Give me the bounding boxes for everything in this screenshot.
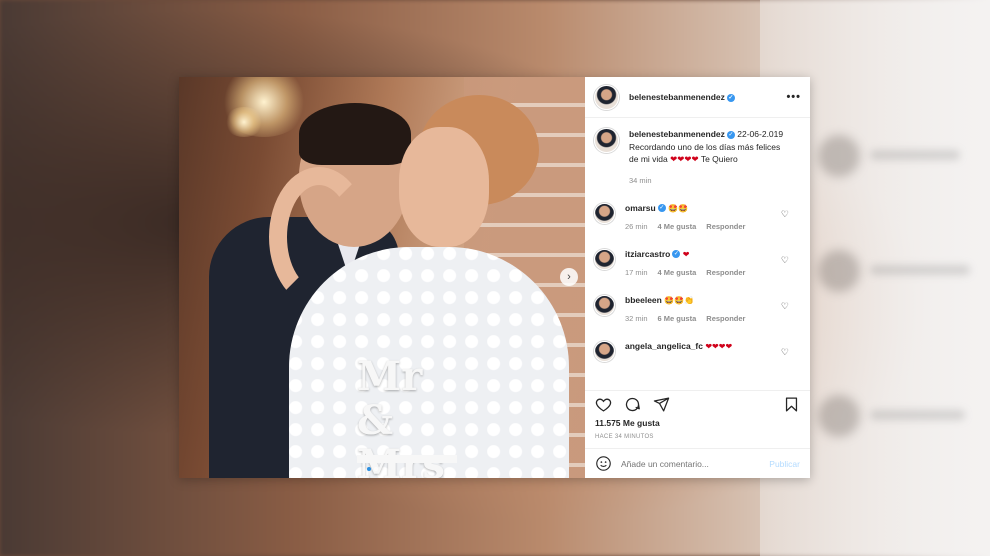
publish-button[interactable]: Publicar	[769, 459, 800, 469]
comment-username[interactable]: itziarcastro	[625, 249, 670, 259]
avatar[interactable]	[594, 128, 619, 153]
heart-icon[interactable]: ♡	[781, 347, 789, 358]
emoji-icon[interactable]	[595, 455, 612, 472]
add-comment-bar: Publicar	[585, 448, 810, 478]
carousel-dot	[367, 467, 371, 471]
more-icon[interactable]: •••	[786, 91, 801, 103]
bride-arm	[269, 167, 369, 307]
caption-time: 34 min	[629, 175, 652, 185]
comment-time: 17 min	[625, 267, 648, 277]
comment-item: itziarcastro ✓ ❤ 17 min 4 Me gusta Respon…	[594, 248, 801, 277]
comments-list[interactable]: belenestebanmenendez ✓ 22-06-2.019 Record…	[585, 118, 810, 390]
ghost-avatar	[818, 395, 860, 437]
comment-item: omarsu ✓ 🤩🤩 26 min 4 Me gusta Responder ♡	[594, 202, 801, 231]
comment-input[interactable]	[621, 458, 761, 469]
comment-item: bbeeleen 🤩🤩👏 32 min 6 Me gusta Responder…	[594, 294, 801, 323]
ghost-line	[870, 150, 960, 160]
comment-username[interactable]: omarsu	[625, 203, 656, 213]
comment-time: 26 min	[625, 221, 648, 231]
ghost-line	[870, 410, 965, 420]
verified-icon: ✓	[726, 93, 735, 102]
ghost-avatar	[818, 250, 860, 292]
ghost-avatar	[818, 135, 860, 177]
heart-icon[interactable]: ♡	[781, 301, 789, 312]
caption-username[interactable]: belenestebanmenendez	[629, 129, 725, 139]
reply-button[interactable]: Responder	[706, 314, 745, 323]
post-username[interactable]: belenestebanmenendez ✓	[629, 92, 735, 102]
reply-button[interactable]: Responder	[706, 268, 745, 277]
hearts: ❤❤❤❤	[670, 154, 699, 164]
chevron-right-icon: ›	[567, 271, 571, 283]
bookmark-icon[interactable]	[783, 396, 800, 413]
avatar[interactable]	[594, 294, 615, 316]
comment-username[interactable]: bbeeleen	[625, 295, 662, 305]
carousel-dot	[374, 467, 378, 471]
lamp-light	[224, 107, 264, 137]
avatar[interactable]	[594, 248, 615, 270]
post-header: belenestebanmenendez ✓ •••	[585, 77, 810, 118]
heart-icon[interactable]	[595, 396, 612, 413]
groom-hair	[299, 103, 411, 165]
comment-text: 🤩🤩	[668, 203, 689, 213]
ghost-line	[870, 265, 970, 275]
avatar[interactable]	[594, 340, 615, 362]
heart-icon[interactable]: ♡	[781, 255, 789, 266]
action-bar	[585, 390, 810, 418]
mr-mrs-sign: Mr & Mrs	[357, 355, 457, 478]
reply-button[interactable]: Responder	[706, 222, 745, 231]
caption-trail: Te Quiero	[700, 154, 738, 164]
avatar[interactable]	[594, 202, 615, 224]
comment-likes[interactable]: 4 Me gusta	[658, 222, 697, 231]
verified-icon: ✓	[672, 250, 681, 259]
verified-icon: ✓	[726, 130, 735, 139]
comment-time: 32 min	[625, 313, 648, 323]
likes-count[interactable]: 11.575 Me gusta	[585, 418, 810, 430]
post-sidebar: belenestebanmenendez ✓ ••• belenestebanme…	[585, 77, 810, 478]
next-photo-button[interactable]: ›	[560, 268, 578, 286]
comment-likes[interactable]: 6 Me gusta	[658, 314, 697, 323]
share-icon[interactable]	[653, 396, 670, 413]
comment-text: 🤩🤩👏	[664, 295, 695, 305]
heart-icon[interactable]: ♡	[781, 209, 789, 220]
comment-text: ❤❤❤❤	[705, 341, 733, 351]
bride-head	[399, 127, 489, 247]
comment-icon[interactable]	[624, 396, 641, 413]
post-timestamp: HACE 34 MINUTOS	[595, 434, 654, 440]
post-modal: Mr & Mrs › belenestebanmenendez ✓ ••• bel…	[179, 77, 810, 478]
comment-likes[interactable]: 4 Me gusta	[658, 268, 697, 277]
verified-icon: ✓	[657, 204, 666, 213]
comment-item: angela_angelica_fc ❤❤❤❤ ♡	[594, 340, 801, 362]
post-photo[interactable]: Mr & Mrs ›	[179, 77, 585, 478]
comment-text: ❤	[682, 249, 690, 259]
carousel-dots	[367, 467, 378, 471]
comment-username[interactable]: angela_angelica_fc	[625, 341, 703, 351]
caption: belenestebanmenendez ✓ 22-06-2.019 Record…	[594, 128, 801, 185]
avatar[interactable]	[594, 84, 619, 110]
